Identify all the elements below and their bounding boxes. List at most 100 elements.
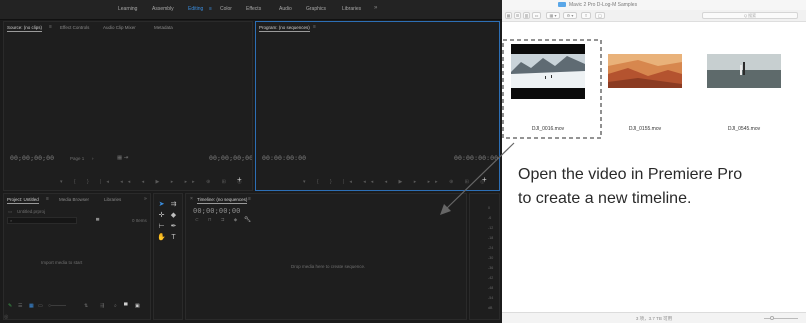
program-transport-controls[interactable]: ▾ { } |◂ ◂◂ ◂ ▶ ▸ ▸▸ ⊕ ⊞ ◎: [303, 179, 490, 185]
workspace-overflow-icon[interactable]: »: [374, 5, 377, 11]
project-file-icon: ▭: [8, 209, 13, 214]
tab-media-browser[interactable]: Media Browser: [59, 197, 89, 202]
program-panel-tabs: Program: (no sequences) ≡: [256, 22, 499, 33]
project-empty-hint: Import media to start: [41, 260, 83, 265]
timeline-empty-hint: Drop media here to create sequence.: [291, 264, 366, 269]
workspace-effects[interactable]: Effects: [246, 6, 261, 12]
premiere-window: Learning Assembly Editing ≡ Color Effect…: [0, 0, 502, 323]
track-select-tool-icon[interactable]: ⇉: [169, 200, 178, 209]
project-menu-icon[interactable]: ≡: [46, 196, 49, 202]
project-file-name: Untitled.prproj: [17, 209, 46, 214]
list-view-icon[interactable]: ☰: [18, 303, 22, 309]
wrench-icon[interactable]: 🔧︎: [244, 217, 251, 223]
annotation-line-1: Open the video in Premiere Pro: [518, 166, 743, 183]
file-name-dji-0155[interactable]: DJI_0155.mov: [600, 126, 690, 132]
new-item-icon[interactable]: ▣: [135, 303, 140, 309]
workspace-learning[interactable]: Learning: [118, 6, 137, 12]
meter-scale-label: -42: [488, 276, 494, 280]
finder-titlebar: Mavic 2 Pro D-Log-M Samples: [502, 0, 806, 10]
project-panel: Project: Untitled ≡ Media Browser Librar…: [3, 193, 151, 320]
workspace-libraries[interactable]: Libraries: [342, 6, 361, 12]
timeline-panel-tabs: × Timeline: (no sequences) ≡: [186, 194, 466, 205]
pen-tool-icon[interactable]: ✒: [169, 222, 178, 231]
timeline-menu-icon[interactable]: ≡: [248, 196, 251, 202]
source-panel-tabs: Source: (no clips) ≡ Effect Controls Aud…: [4, 22, 252, 33]
write-protect-icon[interactable]: ✎: [8, 303, 12, 309]
file-name-dji-0545[interactable]: DJI_0545.mov: [699, 126, 789, 132]
source-timecode-current[interactable]: 00;00;00;00: [10, 154, 54, 162]
workspace-editing[interactable]: Editing: [188, 6, 203, 12]
action-dropdown[interactable]: ⚙ ▾: [563, 12, 577, 19]
workspace-bar: Learning Assembly Editing ≡ Color Effect…: [0, 0, 502, 20]
source-menu-icon[interactable]: ≡: [49, 24, 52, 30]
source-fit-chevron-icon[interactable]: ›: [92, 156, 94, 161]
timeline-timecode[interactable]: 00;00;00;00: [193, 207, 240, 215]
freeform-view-icon[interactable]: ▭: [38, 303, 43, 309]
ripple-edit-tool-icon[interactable]: ✛: [157, 211, 166, 220]
meter-scale-label: -24: [488, 246, 494, 250]
program-monitor-panel: Program: (no sequences) ≡ 00:00:00:00 00…: [255, 21, 500, 191]
file-thumbnail-dji-0155[interactable]: [608, 44, 682, 99]
file-thumbnail-dji-0016[interactable]: [511, 44, 585, 99]
meter-scale-label: 0: [488, 206, 490, 210]
icon-size-slider-knob[interactable]: [770, 316, 774, 320]
project-search-input[interactable]: ⌕: [7, 217, 77, 224]
hand-tool-icon[interactable]: ✋: [157, 233, 166, 242]
source-settings-icon[interactable]: ▦ ⇥: [117, 155, 128, 161]
file-thumbnail-dji-0545[interactable]: [707, 44, 781, 99]
tab-audio-clip-mixer[interactable]: Audio Clip Mixer: [103, 25, 136, 30]
razor-tool-icon[interactable]: ◆: [169, 211, 178, 220]
project-panel-tabs: Project: Untitled ≡ Media Browser Librar…: [4, 194, 150, 205]
meter-scale-label: -12: [488, 226, 494, 230]
workspace-assembly[interactable]: Assembly: [152, 6, 174, 12]
meter-scale-label: -6: [488, 216, 492, 220]
type-tool-icon[interactable]: T: [169, 233, 178, 242]
tag-button[interactable]: ◯: [595, 12, 605, 19]
icon-view-icon[interactable]: ▦: [29, 303, 34, 309]
program-timecode-current[interactable]: 00:00:00:00: [262, 154, 306, 162]
gallery-view-button[interactable]: ▭: [532, 12, 541, 19]
slip-tool-icon[interactable]: ⊢: [157, 222, 166, 231]
program-add-button-icon[interactable]: +: [482, 175, 487, 184]
list-view-button[interactable]: ☰: [514, 12, 521, 19]
finder-title: Mavic 2 Pro D-Log-M Samples: [569, 2, 638, 8]
workspace-audio[interactable]: Audio: [279, 6, 292, 12]
timeline-close-icon[interactable]: ×: [190, 196, 193, 202]
tab-timeline[interactable]: Timeline: (no sequences): [197, 197, 248, 204]
timeline-controls[interactable]: ⊂ ⊓ ⊐ ◆: [195, 217, 241, 223]
new-bin-footer-icon[interactable]: ▀: [124, 303, 128, 309]
selection-tool-icon[interactable]: ➤: [157, 200, 166, 209]
tab-metadata[interactable]: Metadata: [154, 25, 173, 30]
tab-source[interactable]: Source: (no clips): [7, 25, 43, 32]
share-button[interactable]: ⇪: [581, 12, 591, 19]
automate-icon[interactable]: ⇶: [100, 303, 104, 309]
zoom-slider[interactable]: ○———: [48, 303, 66, 309]
project-overflow-icon[interactable]: »: [144, 196, 147, 202]
workspace-color[interactable]: Color: [220, 6, 232, 12]
project-footer-toolbar: ✎ ☰ ▦ ▭ ○——— ⇅ ⇶ ⌕ ▀ ▣: [4, 301, 150, 311]
file-name-dji-0016[interactable]: DJI_0016.mov: [503, 126, 593, 132]
editing-menu-icon[interactable]: ≡: [209, 6, 212, 12]
column-view-button[interactable]: ▥: [523, 12, 530, 19]
source-timecode-duration: 00;00;00;00: [209, 154, 253, 162]
program-menu-icon[interactable]: ≡: [313, 24, 316, 30]
program-timecode-duration: 00:00:00:00: [454, 154, 499, 162]
tab-effect-controls[interactable]: Effect Controls: [60, 25, 89, 30]
new-bin-icon[interactable]: ▀: [96, 218, 99, 223]
find-icon[interactable]: ⌕: [114, 303, 117, 309]
finder-search-input[interactable]: Q 搜索: [702, 12, 798, 19]
tab-program[interactable]: Program: (no sequences): [259, 25, 310, 32]
group-dropdown[interactable]: ▦ ▾: [546, 12, 560, 19]
workspace-graphics[interactable]: Graphics: [306, 6, 326, 12]
meter-scale-label: -48: [488, 286, 494, 290]
icon-view-button[interactable]: ▦: [505, 12, 512, 19]
sort-icon[interactable]: ⇅: [84, 303, 88, 309]
tab-libraries[interactable]: Libraries: [104, 197, 121, 202]
finder-window: Mavic 2 Pro D-Log-M Samples ▦ ☰ ▥ ▭ ▦ ▾ …: [502, 0, 806, 323]
meter-scale-label: -36: [488, 266, 494, 270]
tab-project[interactable]: Project: Untitled: [7, 197, 39, 204]
source-add-button-icon[interactable]: +: [237, 175, 242, 184]
source-fit-dropdown[interactable]: Page 1: [70, 156, 84, 161]
source-transport-controls[interactable]: ▾ { } |◂ ◂◂ ◂ ▶ ▸ ▸▸ ⊕ ⊞ ◎: [60, 179, 247, 185]
search-icon: ⌕: [10, 218, 13, 223]
